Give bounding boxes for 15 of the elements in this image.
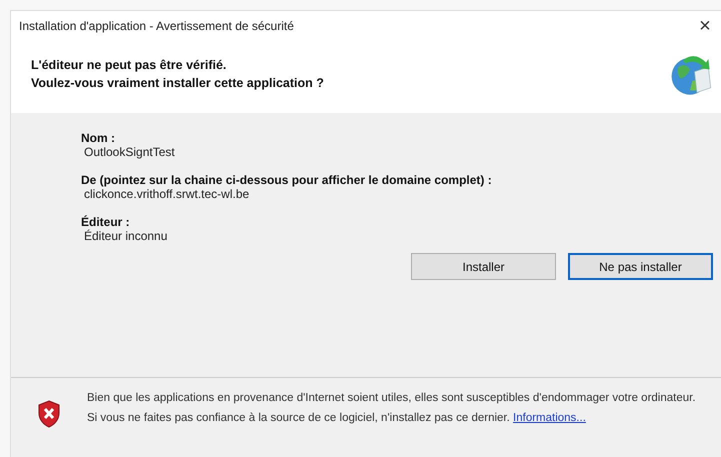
informations-link[interactable]: Informations... (513, 412, 586, 424)
field-value: Éditeur inconnu (83, 229, 168, 243)
field-label: Nom : (81, 131, 116, 145)
field-label: De (pointez sur la chaine ci-dessous pour afficher le domaine complet) : (81, 173, 493, 187)
header-text: Voulez-vous vraiment installer cette application ? (31, 75, 324, 92)
dialog-button[interactable]: Ne pas installer (568, 253, 713, 280)
window-title: Installation d'application - Avertissement de sécurité (19, 19, 294, 33)
field-value: clickonce.vrithoff.srwt.tec-wl.be (83, 187, 250, 201)
field-label: Éditeur : (81, 215, 131, 229)
field-value: OutlookSigntTest (83, 145, 176, 159)
header-text: L'éditeur ne peut pas être vérifié. (31, 57, 228, 74)
warning-text: Bien que les applications en provenance d'Internet soient utiles, elles sont susceptibles d'endommager votre ordinateur. Si vous ne faites pas confiance à la source de ce logiciel, n'installez pas ce dernier. Informations... (87, 391, 697, 426)
close-button[interactable]: × (689, 14, 721, 38)
shield-error-icon (37, 400, 61, 428)
dialog-button[interactable]: Installer (411, 253, 556, 280)
